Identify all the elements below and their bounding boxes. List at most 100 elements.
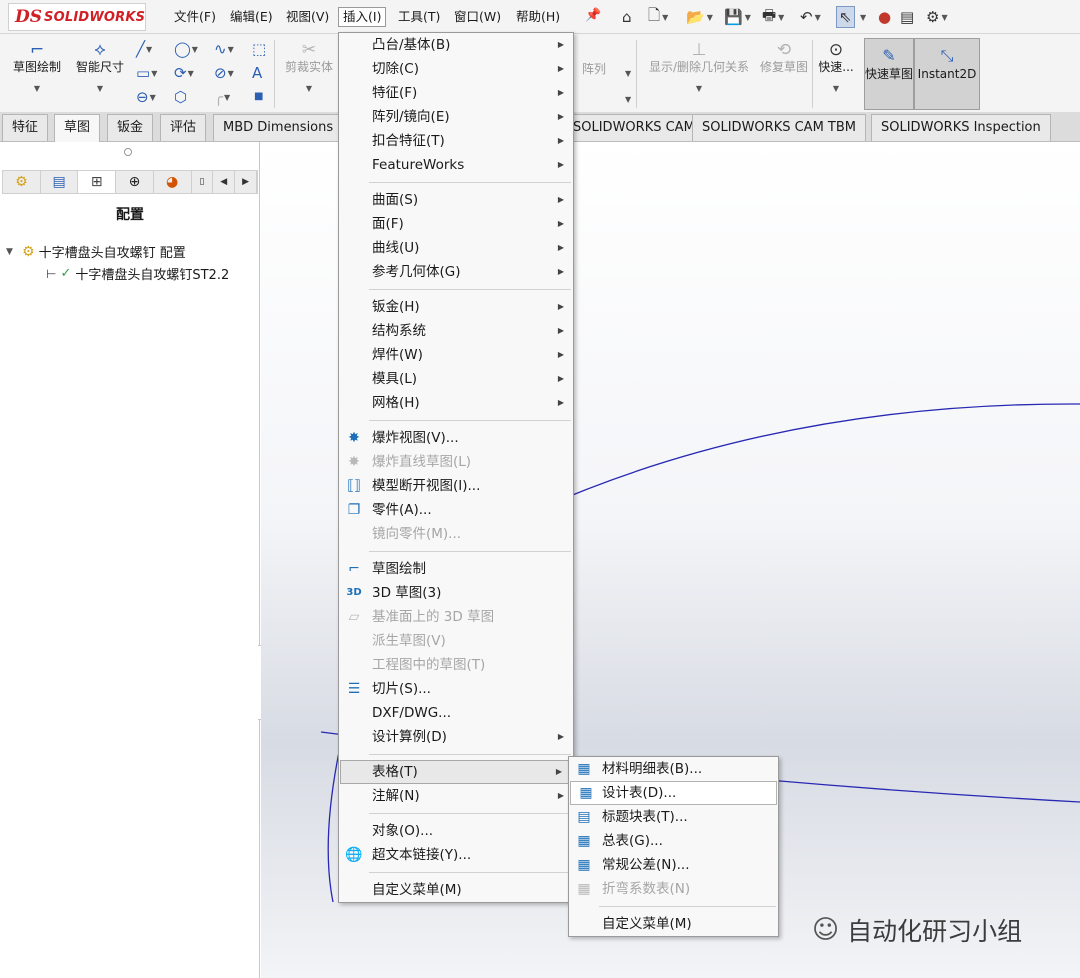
insert-menu-item[interactable]: FeatureWorks ▶ (339, 153, 573, 177)
menu-file[interactable]: 文件(F) (170, 7, 220, 27)
tables-submenu-item[interactable]: 自定义菜单(M) (569, 912, 778, 936)
print-icon[interactable]: 🖶 ▼ (762, 6, 784, 28)
tables-submenu-item[interactable]: ▦ 常规公差(N)... (569, 853, 778, 877)
chevron-down-icon[interactable]: ▼ (640, 81, 758, 96)
chevron-down-icon[interactable]: ▼ (70, 81, 130, 96)
insert-menu-item[interactable]: 模具(L) ▶ (339, 367, 573, 391)
menu-view[interactable]: 视图(V) (282, 7, 333, 27)
menu-help[interactable]: 帮助(H) (512, 7, 564, 27)
insert-menu-item[interactable]: 钣金(H) ▶ (339, 295, 573, 319)
trim-button[interactable]: ✂ 剪裁实体 ▼ (280, 40, 338, 96)
instant2d-button[interactable]: ⤡ Instant2D (914, 38, 980, 110)
insert-menu-item[interactable]: 设计算例(D) ▶ (339, 725, 573, 749)
chevron-down-icon[interactable]: ▼ (814, 81, 858, 96)
show-hide-relations-button[interactable]: ⊥ 显示/删除几何关系 ▼ (640, 40, 758, 96)
select-icon[interactable]: ⇖ (836, 6, 855, 28)
properties-icon[interactable]: ▤ (900, 6, 914, 28)
tables-submenu-item[interactable]: ▤ 标题块表(T)... (569, 805, 778, 829)
repair-sketch-button[interactable]: ⟲ 修复草图 (760, 40, 808, 75)
ellipse-icon[interactable]: ⊘▼ (214, 64, 234, 83)
new-document-icon[interactable]: 🗋 ▼ (648, 6, 668, 28)
menu-window[interactable]: 窗口(W) (450, 7, 505, 27)
display-manager-tab-icon[interactable]: ◕ (154, 171, 192, 193)
insert-menu-item[interactable]: 曲线(U) ▶ (339, 236, 573, 260)
tree-configuration-item[interactable]: ⊢ ✓ 十字槽盘头自攻螺钉ST2.2 (46, 264, 229, 283)
save-icon[interactable]: 💾 ▼ (724, 6, 751, 28)
insert-menu-item[interactable]: 对象(O)... (339, 819, 573, 843)
chevron-down-icon[interactable]: ▼ (280, 81, 338, 96)
select-dropdown-icon[interactable]: ▼ (858, 6, 866, 28)
insert-menu-item[interactable]: ⟦⟧ 模型断开视图(I)... (339, 474, 573, 498)
insert-menu-item[interactable]: 参考几何体(G) ▶ (339, 260, 573, 284)
tree-root[interactable]: ▼ ⚙ 十字槽盘头自攻螺钉 配置 (6, 242, 186, 262)
traffic-light-icon[interactable]: ● (878, 6, 891, 28)
insert-menu-item[interactable]: ❐ 零件(A)... (339, 498, 573, 522)
menu-edit[interactable]: 编辑(E) (226, 7, 277, 27)
undo-icon[interactable]: ↶ ▼ (800, 6, 821, 28)
pattern-dropdown-icon-2[interactable]: ▼ (624, 90, 631, 109)
insert-menu-item[interactable]: 特征(F) ▶ (339, 81, 573, 105)
fillet-icon[interactable]: ╭▼ (214, 88, 230, 107)
tables-submenu-item[interactable]: ▦ 折弯系数表(N) (569, 877, 778, 901)
quick-snaps-button[interactable]: ⊙ 快速... ▼ (814, 40, 858, 96)
line-icon[interactable]: ╱▼ (136, 40, 152, 59)
insert-menu-item[interactable]: 自定义菜单(M) (339, 878, 573, 902)
rapid-sketch-button[interactable]: ✎ 快速草图 (864, 38, 914, 110)
scroll-right-icon[interactable]: ▶ (235, 171, 257, 193)
sketch-button[interactable]: ⌐ 草图绘制 ▼ (6, 40, 68, 96)
more-tabs-icon[interactable]: ▯ (192, 171, 214, 193)
insert-menu-item[interactable]: 注解(N) ▶ (339, 784, 573, 808)
insert-menu-item[interactable]: 镜向零件(M)... (339, 522, 573, 546)
insert-menu-item[interactable]: 凸台/基体(B) ▶ (339, 33, 573, 57)
property-manager-tab-icon[interactable]: ▤ (41, 171, 79, 193)
tables-submenu-item[interactable]: ▦ 设计表(D)... (570, 781, 777, 805)
smart-dimension-button[interactable]: ⟡ 智能尺寸 ▼ (70, 40, 130, 96)
tab-solidworks-cam-tbm[interactable]: SOLIDWORKS CAM TBM (692, 114, 866, 141)
tab-features[interactable]: 特征 (2, 114, 49, 141)
insert-menu-item[interactable]: 切除(C) ▶ (339, 57, 573, 81)
insert-menu-item[interactable]: 网格(H) ▶ (339, 391, 573, 415)
point-grid-icon[interactable]: ⬚ (252, 40, 266, 58)
insert-menu-item[interactable]: 曲面(S) ▶ (339, 188, 573, 212)
insert-menu-item[interactable]: 🌐 超文本链接(Y)... (339, 843, 573, 867)
spline-icon[interactable]: ∿▼ (214, 40, 234, 59)
options-icon[interactable]: ⚙ ▼ (926, 6, 948, 28)
pin-menu-icon[interactable]: 📌 (585, 8, 601, 23)
insert-menu-item[interactable]: ✸ 爆炸视图(V)... (339, 426, 573, 450)
insert-menu-item[interactable]: 扣合特征(T) ▶ (339, 129, 573, 153)
insert-menu-item[interactable]: ⌐ 草图绘制 (339, 557, 573, 581)
open-icon[interactable]: 📂 ▼ (686, 6, 713, 28)
dimxpert-tab-icon[interactable]: ⊕ (116, 171, 154, 193)
insert-menu-item[interactable]: 表格(T) ▶ (340, 760, 572, 784)
insert-menu-item[interactable]: ☰ 切片(S)... (339, 677, 573, 701)
menu-tools[interactable]: 工具(T) (394, 7, 444, 27)
insert-menu-item[interactable]: 阵列/镜向(E) ▶ (339, 105, 573, 129)
solidworks-logo[interactable]: DS SOLIDWORKS (8, 3, 146, 31)
tab-sketch[interactable]: 草图 (54, 114, 101, 142)
text-icon[interactable]: A (252, 64, 262, 82)
insert-menu-item[interactable]: DXF/DWG... (339, 701, 573, 725)
tables-submenu-item[interactable]: ▦ 总表(G)... (569, 829, 778, 853)
collapse-icon[interactable]: ▼ (6, 247, 18, 257)
tab-mbd-dimensions[interactable]: MBD Dimensions (213, 114, 344, 141)
insert-menu-item[interactable]: 派生草图(V) (339, 629, 573, 653)
arc-icon[interactable]: ⟳▼ (174, 64, 194, 83)
polygon-icon[interactable]: ⬡ (174, 88, 187, 106)
home-icon[interactable]: ⌂ (622, 6, 632, 28)
rectangle-icon[interactable]: ▭▼ (136, 64, 157, 83)
insert-menu-item[interactable]: 工程图中的草图(T) (339, 653, 573, 677)
tab-solidworks-inspection[interactable]: SOLIDWORKS Inspection (871, 114, 1051, 141)
pattern-button[interactable]: 阵列 (574, 62, 614, 77)
configuration-manager-tab-icon[interactable]: ⊞ (78, 171, 117, 193)
point-icon[interactable]: ■ (254, 88, 263, 106)
insert-menu-item[interactable]: 3D 3D 草图(3) (339, 581, 573, 605)
pattern-dropdown-icon[interactable]: ▼ (624, 64, 631, 83)
tab-sheet-metal[interactable]: 钣金 (107, 114, 154, 141)
tables-submenu-item[interactable]: ▦ 材料明细表(B)... (569, 757, 778, 781)
chevron-down-icon[interactable]: ▼ (6, 81, 68, 96)
slot-icon[interactable]: ⊖▼ (136, 88, 156, 107)
insert-menu-item[interactable]: ▱ 基准面上的 3D 草图 (339, 605, 573, 629)
insert-menu-item[interactable]: 焊件(W) ▶ (339, 343, 573, 367)
feature-tree-tab-icon[interactable]: ⚙ (3, 171, 41, 193)
insert-menu-item[interactable]: ✸ 爆炸直线草图(L) (339, 450, 573, 474)
